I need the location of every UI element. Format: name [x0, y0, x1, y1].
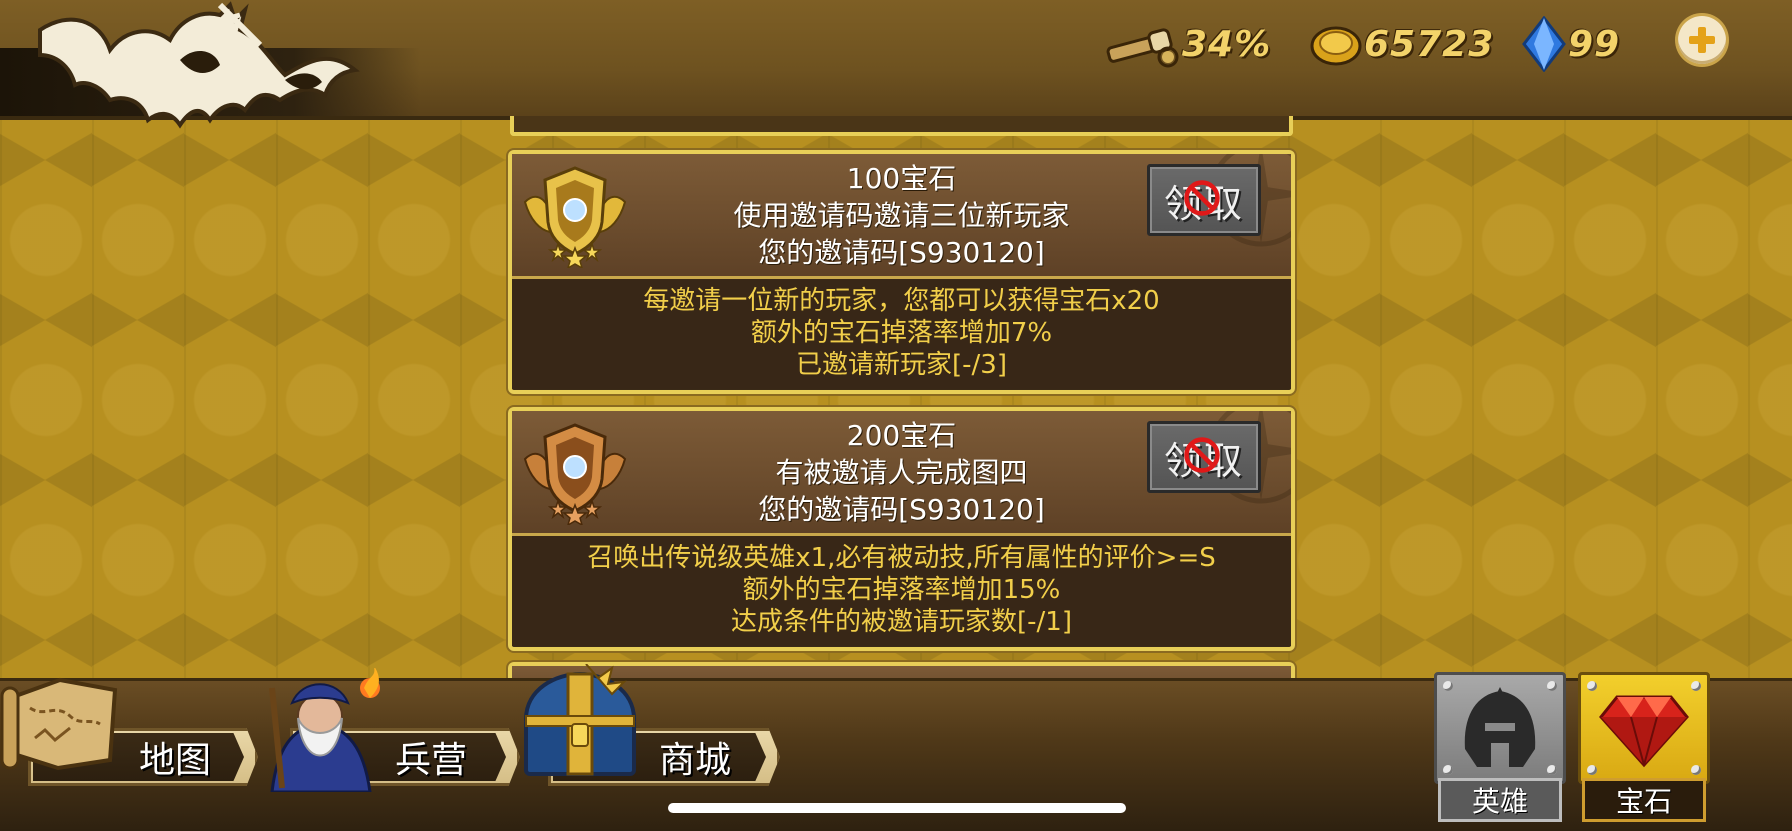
side-tab-hero-label: 英雄	[1438, 778, 1562, 822]
prohibited-icon	[1184, 180, 1220, 216]
detail-line: 额外的宝石掉落率增加15%	[742, 575, 1061, 605]
invite-code: 您的邀请码[S930120]	[758, 236, 1045, 269]
spyglass-icon	[1106, 28, 1179, 68]
invite-code: 您的邀请码[S930120]	[758, 493, 1045, 526]
reward-title: 100宝石	[846, 162, 957, 195]
reward-description: 有被邀请人完成图四	[775, 456, 1028, 489]
gem-amount: 99	[1568, 23, 1621, 65]
side-tab-gem-panel	[1578, 672, 1710, 784]
previous-card-edge	[510, 116, 1293, 136]
explore-percent: 34%	[1182, 23, 1272, 65]
reward-details: 每邀请一位新的玩家，您都可以获得宝石x20 额外的宝石掉落率增加7% 已邀请新玩…	[512, 279, 1291, 389]
detail-line: 每邀请一位新的玩家，您都可以获得宝石x20	[643, 286, 1160, 316]
reward-card-header: 200宝石 有被邀请人完成图四 您的邀请码[S930120] 领取	[512, 411, 1291, 536]
home-indicator[interactable]	[668, 803, 1126, 813]
nav-tab-map-label: 地图	[139, 740, 212, 781]
prohibited-icon	[1184, 437, 1220, 473]
side-tab-gem[interactable]: 宝石	[1578, 672, 1710, 826]
gold-amount: 65723	[1364, 23, 1495, 65]
detail-line: 召唤出传说级英雄x1,必有被动技,所有属性的评价>=S	[587, 543, 1216, 573]
reward-card-200-gems: 200宝石 有被邀请人完成图四 您的邀请码[S930120] 领取 召唤出传说级…	[508, 407, 1295, 651]
nav-tab-barracks-label: 兵营	[395, 740, 468, 781]
treasure-chest-icon	[523, 664, 637, 776]
blue-gem-icon	[1522, 16, 1566, 72]
wizard-icon	[269, 668, 380, 792]
reward-card-header: 100宝石 使用邀请码邀请三位新玩家 您的邀请码[S930120] 领取	[512, 154, 1291, 279]
side-tab-gem-label: 宝石	[1582, 778, 1706, 822]
reward-card-100-gems: 100宝石 使用邀请码邀请三位新玩家 您的邀请码[S930120] 领取 每邀请…	[508, 150, 1295, 394]
bronze-medal-icon	[523, 423, 627, 525]
red-diamond-icon	[1599, 695, 1689, 768]
side-tab-hero-panel	[1434, 672, 1566, 784]
add-currency-button[interactable]	[1678, 16, 1726, 64]
plus-icon	[1689, 27, 1715, 53]
reward-header-text: 200宝石 有被邀请人完成图四 您的邀请码[S930120]	[632, 417, 1171, 528]
detail-line: 已邀请新玩家[-/3]	[796, 350, 1007, 380]
game-logo	[38, 1, 360, 129]
helmet-icon	[1464, 687, 1536, 767]
nav-tab-shop-label: 商城	[659, 740, 732, 781]
gold-resource: 65723	[1308, 14, 1494, 74]
detail-line: 额外的宝石掉落率增加7%	[750, 318, 1053, 348]
gold-medal-icon	[523, 166, 627, 268]
explore-resource: 34%	[1100, 14, 1271, 74]
reward-details: 召唤出传说级英雄x1,必有被动技,所有属性的评价>=S 额外的宝石掉落率增加15…	[512, 536, 1291, 646]
reward-title: 200宝石	[846, 419, 957, 452]
gem-resource: 99	[1520, 14, 1620, 74]
reward-header-text: 100宝石 使用邀请码邀请三位新玩家 您的邀请码[S930120]	[632, 160, 1171, 271]
side-tab-hero[interactable]: 英雄	[1434, 672, 1566, 826]
treasure-map-icon	[0, 677, 118, 771]
gold-coin-icon	[1310, 26, 1362, 66]
claim-button[interactable]: 领取	[1147, 164, 1261, 236]
detail-line: 达成条件的被邀请玩家数[-/1]	[731, 607, 1072, 637]
reward-description: 使用邀请码邀请三位新玩家	[733, 199, 1070, 232]
claim-button[interactable]: 领取	[1147, 421, 1261, 493]
